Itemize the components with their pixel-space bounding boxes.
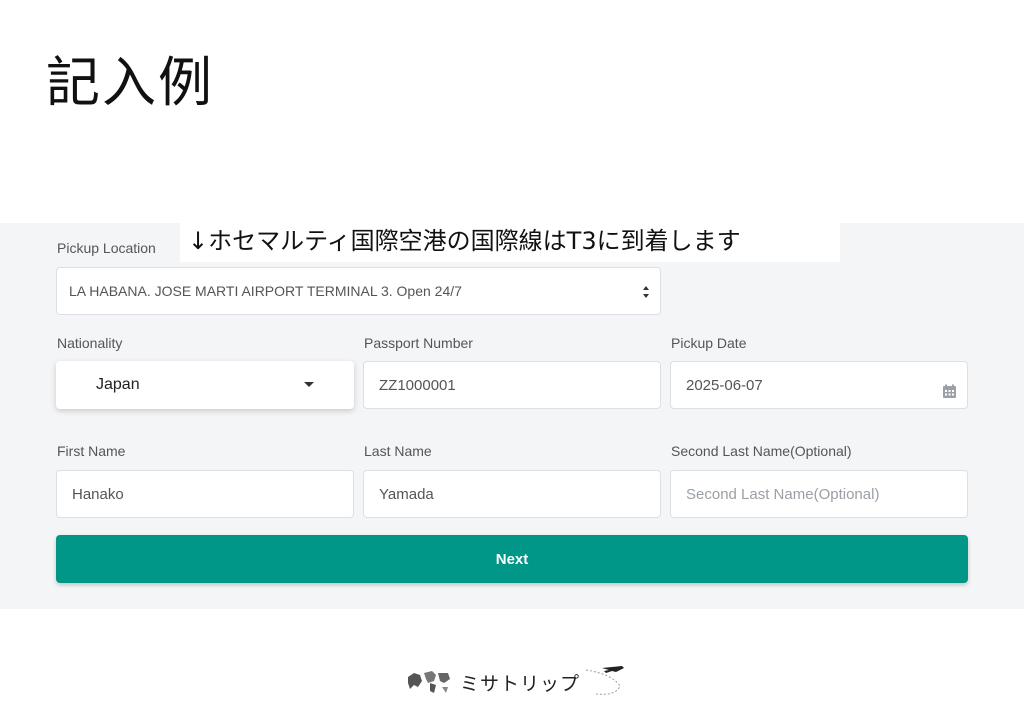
pickup-date-label: Pickup Date [671, 335, 747, 351]
airplane-icon [585, 666, 625, 695]
second-last-name-placeholder: Second Last Name(Optional) [686, 485, 880, 503]
passport-number-value: ZZ1000001 [379, 376, 456, 394]
first-name-input[interactable]: Hanako [56, 470, 354, 518]
pickup-location-select[interactable]: LA HABANA. JOSE MARTI AIRPORT TERMINAL 3… [56, 267, 661, 315]
sort-arrows-icon [643, 286, 649, 298]
nationality-dropdown[interactable]: Japan [56, 361, 354, 409]
next-button[interactable]: Next [56, 535, 968, 583]
footer-brand: ミサトリップ [406, 662, 626, 702]
last-name-label: Last Name [364, 443, 432, 459]
brand-name: ミサトリップ [460, 672, 581, 695]
second-last-name-label: Second Last Name(Optional) [671, 443, 852, 459]
annotation-note: ↓ホセマルティ国際空港の国際線はT3に到着します [180, 222, 840, 262]
calendar-icon[interactable] [942, 384, 957, 399]
caret-down-icon [304, 382, 314, 387]
page-title: 記入例 [46, 51, 214, 114]
pickup-location-value: LA HABANA. JOSE MARTI AIRPORT TERMINAL 3… [69, 283, 462, 299]
second-last-name-input[interactable]: Second Last Name(Optional) [670, 470, 968, 518]
nationality-label: Nationality [57, 335, 123, 351]
pickup-date-input[interactable]: 2025-06-07 [670, 361, 968, 409]
passport-number-input[interactable]: ZZ1000001 [363, 361, 661, 409]
last-name-input[interactable]: Yamada [363, 470, 661, 518]
passport-number-label: Passport Number [364, 335, 473, 351]
nationality-value: Japan [96, 376, 140, 393]
pickup-location-label: Pickup Location [57, 240, 156, 256]
last-name-value: Yamada [379, 485, 434, 503]
first-name-value: Hanako [72, 485, 124, 503]
first-name-label: First Name [57, 443, 126, 459]
pickup-date-value: 2025-06-07 [686, 376, 763, 394]
world-map-icon [408, 671, 450, 693]
